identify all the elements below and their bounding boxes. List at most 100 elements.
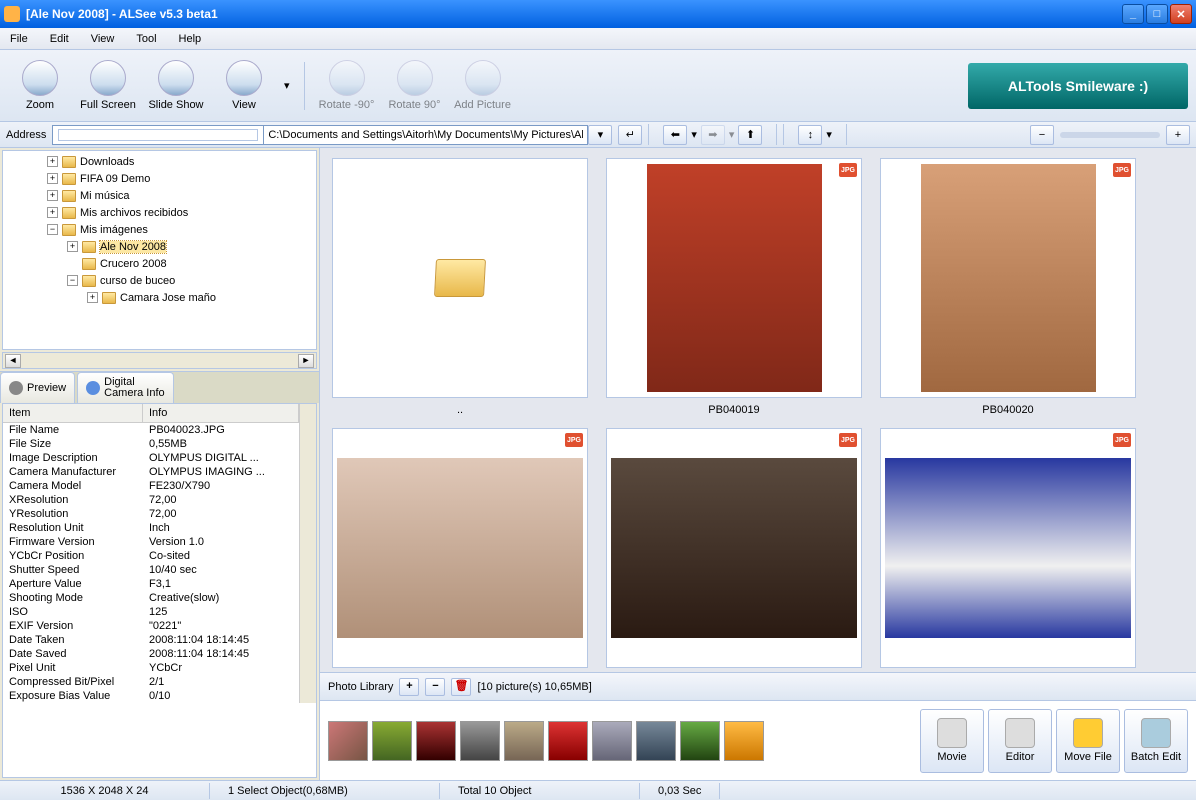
tree-hscroll[interactable]: ◄ ► (2, 352, 317, 369)
lib-add-button[interactable]: + (399, 678, 419, 696)
scroll-right-icon[interactable]: ► (298, 354, 314, 368)
batch-edit-icon (1141, 718, 1171, 748)
thumbnail-grid[interactable]: ..JPGPB040019JPGPB040020JPGJPGJPG (320, 148, 1196, 672)
editor-button[interactable]: Editor (988, 709, 1052, 773)
info-value: 2008:11:04 18:14:45 (143, 633, 299, 647)
sort-button[interactable]: ↕ (798, 125, 822, 145)
expand-icon[interactable]: + (67, 241, 78, 252)
info-row: File Size0,55MB (3, 437, 299, 451)
tab-camera-info[interactable]: Digital Camera Info (77, 372, 174, 403)
lib-thumb[interactable] (416, 721, 456, 761)
lib-thumb[interactable] (636, 721, 676, 761)
folder-tree[interactable]: + Downloads +FIFA 09 Demo+Mi música+Mis ar… (2, 150, 317, 350)
tree-node[interactable]: +Mi música (3, 187, 316, 204)
zoom-in-button[interactable]: + (1166, 125, 1190, 145)
scroll-left-icon[interactable]: ◄ (5, 354, 21, 368)
info-value: Version 1.0 (143, 535, 299, 549)
tab-preview[interactable]: Preview (0, 372, 75, 403)
movie-button[interactable]: Movie (920, 709, 984, 773)
expand-icon[interactable]: + (47, 207, 58, 218)
tree-label: Crucero 2008 (100, 258, 167, 270)
info-value: 72,00 (143, 507, 299, 521)
go-button[interactable]: ↵ (618, 125, 642, 145)
lib-remove-button[interactable]: − (425, 678, 445, 696)
up-button[interactable]: ⬆ (738, 125, 762, 145)
thumbnail[interactable]: JPG (606, 428, 862, 672)
info-key: Camera Manufacturer (3, 465, 143, 479)
col-info[interactable]: Info (143, 404, 299, 422)
thumbnail[interactable]: JPG (880, 428, 1136, 672)
lib-thumb[interactable] (680, 721, 720, 761)
add-picture-icon (465, 60, 501, 96)
tree-node[interactable]: −Mis imágenes (3, 221, 316, 238)
lib-thumb[interactable] (724, 721, 764, 761)
tree-node[interactable]: + Downloads (3, 153, 316, 170)
tree-label: curso de buceo (100, 275, 175, 287)
address-dropdown-button[interactable]: ▾ (588, 125, 612, 145)
expand-icon[interactable]: + (47, 156, 58, 167)
fullscreen-button[interactable]: Full Screen (76, 55, 140, 117)
tree-node[interactable]: +Mis archivos recibidos (3, 204, 316, 221)
lib-thumb[interactable] (592, 721, 632, 761)
view-button[interactable]: View (212, 55, 276, 117)
tree-node[interactable]: Crucero 2008 (3, 255, 316, 272)
zoom-button[interactable]: Zoom (8, 55, 72, 117)
maximize-button[interactable]: □ (1146, 4, 1168, 24)
thumbnail[interactable]: JPGPB040019 (606, 158, 862, 416)
status-total: Total 10 Object (440, 783, 640, 799)
slideshow-button[interactable]: Slide Show (144, 55, 208, 117)
minimize-button[interactable]: _ (1122, 4, 1144, 24)
info-value: 2008:11:04 18:14:45 (143, 647, 299, 661)
col-item[interactable]: Item (3, 404, 143, 422)
menu-file[interactable]: File (6, 31, 32, 47)
thumbnail[interactable]: JPG (332, 428, 588, 672)
thumb-label: PB040019 (708, 404, 759, 416)
rotate-right-button[interactable]: Rotate 90° (383, 55, 447, 117)
info-scrollbar[interactable] (299, 404, 316, 703)
thumbnail[interactable]: JPGPB040020 (880, 158, 1136, 416)
expand-icon[interactable]: + (47, 173, 58, 184)
expand-icon[interactable]: + (87, 292, 98, 303)
add-picture-button[interactable]: Add Picture (451, 55, 515, 117)
branding-banner[interactable]: ALTools Smileware :) (968, 63, 1188, 109)
folder-icon (62, 173, 76, 185)
tree-node[interactable]: +Ale Nov 2008 (3, 238, 316, 255)
expand-icon[interactable]: − (47, 224, 58, 235)
info-key: Exposure Bias Value (3, 689, 143, 703)
status-dimensions: 1536 X 2048 X 24 (0, 783, 210, 799)
library-strip: Movie Editor Move File Batch Edit (320, 700, 1196, 780)
menu-tool[interactable]: Tool (132, 31, 160, 47)
zoom-slider[interactable] (1060, 132, 1160, 138)
tree-label: Downloads (80, 156, 134, 168)
expand-icon[interactable]: − (67, 275, 78, 286)
lib-thumb[interactable] (460, 721, 500, 761)
menu-view[interactable]: View (87, 31, 119, 47)
info-row: Camera ManufacturerOLYMPUS IMAGING ... (3, 465, 299, 479)
forward-button[interactable]: ➡ (701, 125, 725, 145)
batch-edit-button[interactable]: Batch Edit (1124, 709, 1188, 773)
lib-delete-button[interactable]: 🗑 (451, 678, 471, 696)
folder-icon (62, 207, 76, 219)
tree-node[interactable]: +Camara Jose maño (3, 289, 316, 306)
close-button[interactable]: ✕ (1170, 4, 1192, 24)
lib-thumb[interactable] (548, 721, 588, 761)
tree-node[interactable]: − curso de buceo (3, 272, 316, 289)
lib-thumb[interactable] (504, 721, 544, 761)
library-bar: Photo Library + − 🗑 [10 picture(s) 10,65… (320, 672, 1196, 700)
tree-node[interactable]: +FIFA 09 Demo (3, 170, 316, 187)
zoom-out-button[interactable]: − (1030, 125, 1054, 145)
menu-edit[interactable]: Edit (46, 31, 73, 47)
menu-help[interactable]: Help (175, 31, 206, 47)
expand-icon[interactable]: + (47, 190, 58, 201)
rotate-left-button[interactable]: Rotate -90° (315, 55, 379, 117)
zoom-icon (22, 60, 58, 96)
info-value: Creative(slow) (143, 591, 299, 605)
rotate-left-icon (329, 60, 365, 96)
back-button[interactable]: ⬅ (663, 125, 687, 145)
address-input[interactable] (263, 125, 588, 145)
view-dropdown-icon[interactable]: ▾ (280, 75, 294, 96)
move-file-button[interactable]: Move File (1056, 709, 1120, 773)
thumbnail[interactable]: .. (332, 158, 588, 416)
lib-thumb[interactable] (372, 721, 412, 761)
lib-thumb[interactable] (328, 721, 368, 761)
